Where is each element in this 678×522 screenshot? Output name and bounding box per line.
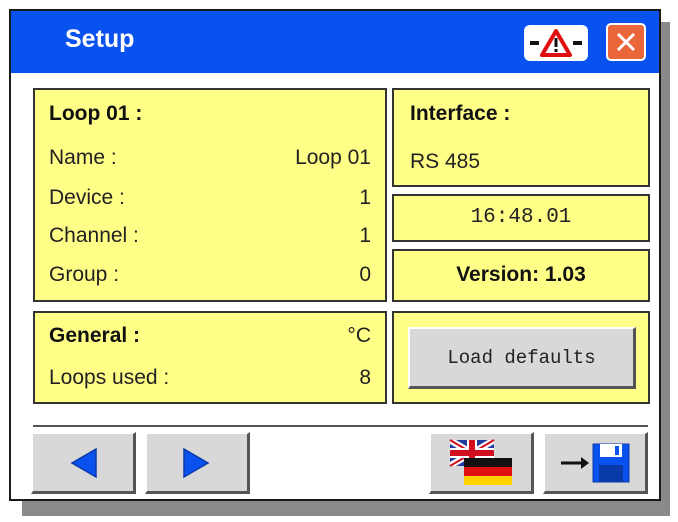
defaults-panel: Load defaults <box>392 311 650 404</box>
language-button[interactable] <box>429 432 534 494</box>
loop-group-label: Group : <box>49 263 120 286</box>
general-heading: General : <box>49 324 141 347</box>
loop-device-value: 1 <box>359 186 371 209</box>
interface-panel: Interface : RS 485 <box>392 88 650 187</box>
warning-triangle-icon <box>530 29 582 57</box>
next-button[interactable] <box>145 432 250 494</box>
arrow-right-icon <box>183 447 210 478</box>
previous-button[interactable] <box>31 432 136 494</box>
load-defaults-label: Load defaults <box>447 346 596 369</box>
arrow-left-icon <box>70 447 97 478</box>
clock-panel: 16:48.01 <box>392 194 650 242</box>
version-label: Version: 1.03 <box>456 263 586 286</box>
version-panel: Version: 1.03 <box>392 249 650 302</box>
close-icon <box>616 32 636 52</box>
loops-used-label: Loops used : <box>49 366 170 389</box>
loop-group-value: 0 <box>359 263 371 286</box>
loop-name-label: Name : <box>49 146 117 169</box>
temperature-unit[interactable]: °C <box>347 324 371 348</box>
loop-channel-value: 1 <box>359 224 371 247</box>
loop-panel: Loop 01 : Name : Loop 01 Device : 1 Chan… <box>33 88 387 302</box>
flag-uk-de-icon <box>449 438 512 485</box>
loops-used-value[interactable]: 8 <box>359 366 371 390</box>
footer-divider <box>33 425 648 427</box>
save-button[interactable] <box>543 432 648 494</box>
window-title: Setup <box>65 25 135 53</box>
clock-display: 16:48.01 <box>470 206 572 229</box>
setup-window: Setup Loop 01 : Name : Loop 01 Device : … <box>9 9 661 501</box>
loop-heading: Loop 01 : <box>49 102 143 125</box>
title-bar: Setup <box>11 11 659 73</box>
loop-device-label: Device : <box>49 186 125 209</box>
load-defaults-button[interactable]: Load defaults <box>408 327 636 389</box>
loop-name-value: Loop 01 <box>295 146 371 169</box>
warning-button[interactable] <box>524 25 588 61</box>
interface-value[interactable]: RS 485 <box>410 150 480 174</box>
interface-heading: Interface : <box>410 102 511 125</box>
general-panel: General : °C Loops used : 8 <box>33 311 387 404</box>
close-button[interactable] <box>606 23 646 61</box>
loop-channel-label: Channel : <box>49 224 139 247</box>
save-disk-icon <box>561 443 630 482</box>
